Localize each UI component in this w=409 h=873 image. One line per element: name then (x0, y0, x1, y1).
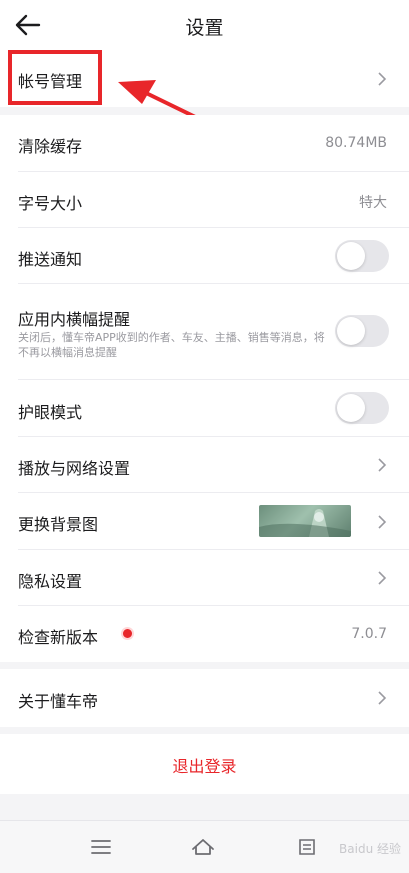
privacy-settings-label: 隐私设置 (18, 572, 83, 591)
top-bar: 设置 (0, 0, 409, 50)
home-icon[interactable] (190, 835, 216, 859)
playback-network-label: 播放与网络设置 (18, 459, 131, 478)
playback-network-row[interactable]: 播放与网络设置 (0, 437, 409, 493)
in-app-banner-label: 应用内横幅提醒 (18, 310, 131, 329)
clear-cache-row[interactable]: 清除缓存 80.74MB (0, 115, 409, 172)
push-notification-label: 推送通知 (18, 250, 83, 269)
eye-protection-toggle[interactable] (335, 392, 389, 424)
check-update-label: 检查新版本 (18, 628, 99, 647)
change-background-label: 更换背景图 (18, 515, 99, 534)
back-icon[interactable] (294, 835, 320, 859)
privacy-settings-row[interactable]: 隐私设置 (0, 550, 409, 606)
change-background-row[interactable]: 更换背景图 (0, 493, 409, 550)
check-update-row[interactable]: 检查新版本 7.0.7 (0, 606, 409, 662)
in-app-banner-description: 关闭后，懂车帝APP收到的作者、车友、主播、销售等消息，将不再以横幅消息提醒 (18, 331, 325, 359)
chevron-right-icon (378, 691, 387, 705)
baidu-watermark: Baidu 经验 (339, 842, 401, 856)
eye-protection-label: 护眼模式 (18, 403, 83, 422)
thumbnail-art (259, 509, 351, 537)
cache-size-value: 80.74MB (325, 135, 387, 151)
font-size-value: 特大 (359, 195, 387, 211)
background-thumbnail (259, 505, 351, 537)
chevron-right-icon (378, 515, 387, 529)
push-notification-toggle[interactable] (335, 240, 389, 272)
page-title: 设置 (185, 17, 224, 39)
menu-icon[interactable] (88, 835, 114, 859)
font-size-label: 字号大小 (18, 194, 83, 213)
logout-button[interactable]: 退出登录 (0, 753, 409, 777)
push-notification-row: 推送通知 (0, 228, 409, 284)
new-version-dot (123, 629, 132, 638)
toggle-knob (337, 242, 365, 270)
logout-row: 退出登录 (0, 734, 409, 794)
annotation-highlight-box (8, 50, 102, 105)
chevron-right-icon (378, 458, 387, 472)
eye-protection-row: 护眼模式 (0, 380, 409, 437)
clear-cache-label: 清除缓存 (18, 137, 83, 156)
in-app-banner-row: 应用内横幅提醒 关闭后，懂车帝APP收到的作者、车友、主播、销售等消息，将不再以… (0, 284, 409, 380)
toggle-knob (337, 394, 365, 422)
chevron-right-icon (378, 72, 387, 86)
about-row[interactable]: 关于懂车帝 (0, 669, 409, 727)
font-size-row[interactable]: 字号大小 特大 (0, 172, 409, 228)
app-version-value: 7.0.7 (351, 626, 387, 642)
about-label: 关于懂车帝 (18, 692, 99, 711)
chevron-right-icon (378, 571, 387, 585)
toggle-knob (337, 317, 365, 345)
in-app-banner-toggle[interactable] (335, 315, 389, 347)
